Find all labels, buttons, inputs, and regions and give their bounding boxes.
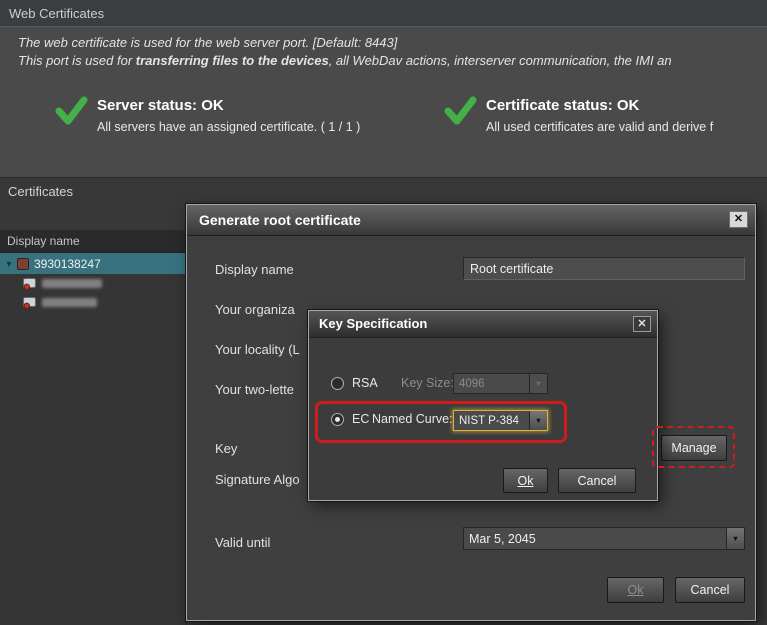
- key-cancel-button[interactable]: Cancel: [558, 468, 636, 493]
- status-ok-check-icon: [444, 95, 477, 126]
- signature-algorithm-label: Signature Algo: [215, 472, 300, 487]
- certificates-section-label: Certificates: [8, 184, 73, 199]
- tree-root-label: 3930138247: [34, 257, 101, 271]
- web-certificates-screen: Web Certificates The web certificate is …: [0, 0, 767, 625]
- tree-row-child[interactable]: [0, 274, 186, 293]
- key-label: Key: [215, 441, 237, 456]
- tree-row-root[interactable]: ▼ 3930138247: [0, 253, 186, 274]
- info-band: The web certificate is used for the web …: [0, 27, 767, 178]
- info-line-2-bold: transferring files to the devices: [136, 53, 329, 68]
- redacted-certificate-name: [42, 298, 97, 307]
- named-curve-value: NIST P-384: [454, 411, 529, 430]
- key-specification-dialog: Key Specification ✕ RSA Key Size: 4096 ▼…: [308, 310, 658, 501]
- tree-expander-icon[interactable]: ▼: [3, 259, 15, 269]
- server-status-subtitle: All servers have an assigned certificate…: [97, 120, 360, 134]
- info-line-1: The web certificate is used for the web …: [18, 35, 397, 50]
- valid-until-combobox[interactable]: Mar 5, 2045 ▼: [463, 527, 745, 550]
- server-status-text: Server status: OK All servers have an as…: [97, 95, 360, 134]
- key-size-combobox: 4096 ▼: [453, 373, 548, 394]
- manage-button[interactable]: Manage: [661, 435, 727, 461]
- chevron-down-icon: ▼: [529, 374, 547, 393]
- named-curve-combobox[interactable]: NIST P-384 ▼: [453, 410, 548, 431]
- info-line-2: This port is used for transferring files…: [18, 53, 672, 68]
- certificate-icon: [23, 278, 36, 290]
- key-ok-button[interactable]: Ok: [503, 468, 548, 493]
- certificates-tree-panel: Display name ▼ 3930138247: [0, 230, 187, 625]
- named-curve-label: Named Curve:: [372, 412, 453, 426]
- ok-button[interactable]: Ok: [607, 577, 664, 603]
- organization-label: Your organiza: [215, 302, 295, 317]
- valid-until-value: Mar 5, 2045: [464, 528, 726, 549]
- certificate-icon: [23, 297, 36, 309]
- tree-row-child[interactable]: [0, 293, 186, 312]
- page-title: Web Certificates: [0, 0, 767, 27]
- ec-label[interactable]: EC: [352, 412, 369, 426]
- key-size-value: 4096: [454, 374, 529, 393]
- generate-dialog-titlebar: Generate root certificate ✕: [187, 205, 755, 236]
- info-line-2-prefix: This port is used for: [18, 53, 136, 68]
- certificate-status-subtitle: All used certificates are valid and deri…: [486, 120, 713, 134]
- key-dialog-title: Key Specification: [319, 316, 427, 331]
- close-icon[interactable]: ✕: [633, 316, 651, 332]
- close-icon[interactable]: ✕: [729, 211, 748, 228]
- rsa-label[interactable]: RSA: [352, 376, 378, 390]
- info-line-2-suffix: , all WebDav actions, interserver commun…: [329, 53, 672, 68]
- site-icon: [17, 258, 29, 270]
- certificate-status-title: Certificate status: OK: [486, 95, 713, 114]
- locality-label: Your locality (L: [215, 342, 300, 357]
- key-size-label: Key Size:: [401, 376, 454, 390]
- display-name-input[interactable]: [463, 257, 745, 280]
- server-status-title: Server status: OK: [97, 95, 360, 114]
- ec-radio[interactable]: [331, 413, 344, 426]
- tree-column-header[interactable]: Display name: [0, 230, 186, 253]
- key-dialog-titlebar: Key Specification ✕: [309, 311, 657, 338]
- status-ok-check-icon: [55, 95, 88, 126]
- certificate-status-text: Certificate status: OK All used certific…: [486, 95, 713, 134]
- redacted-certificate-name: [42, 279, 102, 288]
- two-letter-label: Your two-lette: [215, 382, 294, 397]
- display-name-label: Display name: [215, 262, 294, 277]
- cancel-button[interactable]: Cancel: [675, 577, 745, 603]
- chevron-down-icon[interactable]: ▼: [529, 411, 547, 430]
- chevron-down-icon[interactable]: ▼: [726, 528, 744, 549]
- valid-until-label: Valid until: [215, 535, 270, 550]
- server-status: Server status: OK All servers have an as…: [55, 95, 360, 134]
- certificate-status: Certificate status: OK All used certific…: [444, 95, 713, 134]
- generate-dialog-title: Generate root certificate: [199, 212, 361, 228]
- rsa-radio[interactable]: [331, 377, 344, 390]
